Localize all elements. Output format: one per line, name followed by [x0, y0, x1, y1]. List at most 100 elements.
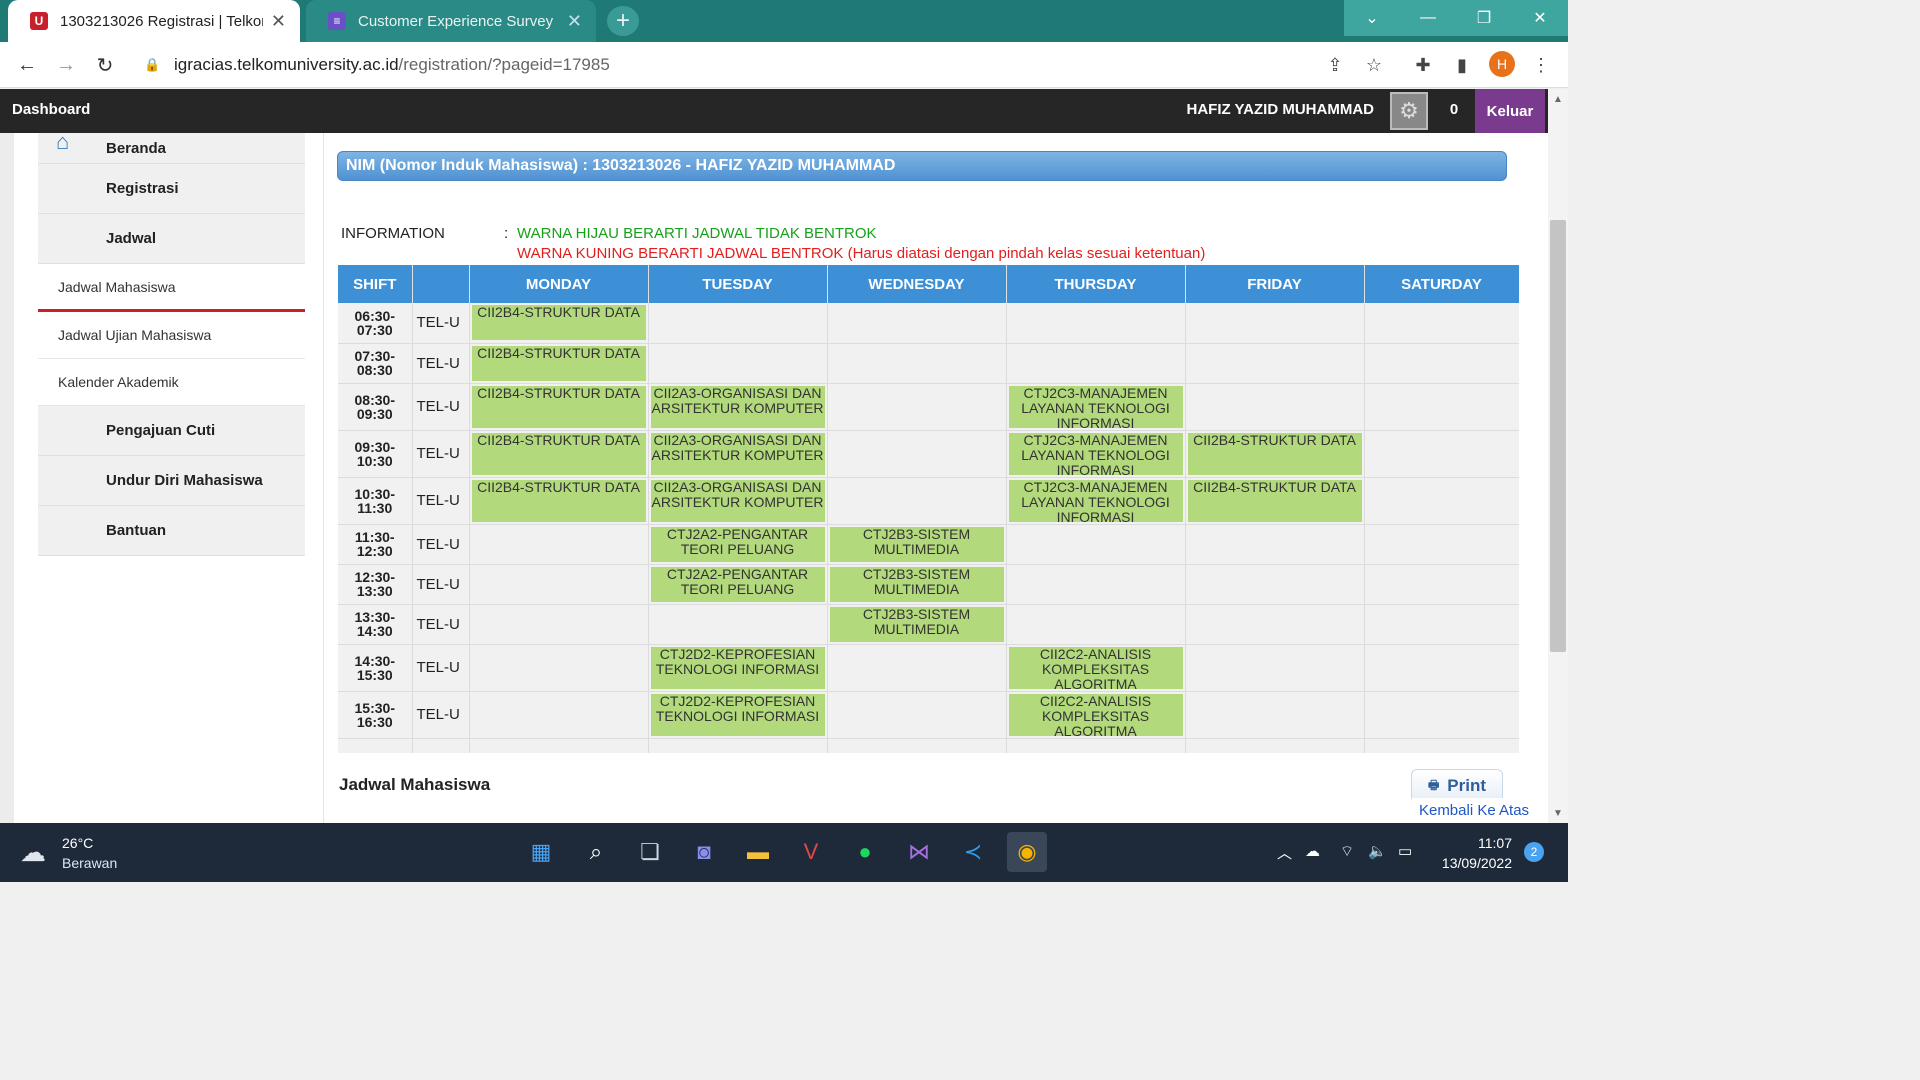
- sidebar-item-undur-diri[interactable]: Undur Diri Mahasiswa: [38, 456, 305, 506]
- schedule-cell: [648, 303, 828, 344]
- forward-icon[interactable]: →: [52, 51, 80, 79]
- extensions-icon[interactable]: ✚: [1409, 51, 1437, 79]
- dashboard-link[interactable]: Dashboard: [12, 101, 90, 118]
- location-cell: TEL-U: [412, 691, 470, 739]
- start-icon[interactable]: ▦: [521, 832, 561, 872]
- schedule-cell: [1364, 564, 1519, 605]
- course-block[interactable]: CTJ2B3-SISTEM MULTIMEDIA: [829, 566, 1004, 602]
- course-block[interactable]: CII2B4-STRUKTUR DATA: [471, 479, 646, 522]
- schedule-row: 11:30- 12:30 TEL-U CTJ2A2-PENGANTAR TEORI P…: [338, 524, 1519, 565]
- course-block[interactable]: CTJ2B3-SISTEM MULTIMEDIA: [829, 606, 1004, 642]
- sidebar-item-jadwal[interactable]: Jadwal: [38, 214, 305, 264]
- close-tab-icon[interactable]: ✕: [271, 11, 286, 32]
- schedule-cell: CII2B4-STRUKTUR DATA: [469, 343, 649, 384]
- share-icon[interactable]: ⇪: [1321, 51, 1349, 79]
- schedule-cell: [1185, 524, 1365, 565]
- weather-condition[interactable]: Berawan: [62, 855, 117, 871]
- minimize-button[interactable]: —: [1400, 0, 1456, 36]
- course-block[interactable]: CII2A3-ORGANISASI DAN ARSITEKTUR KOMPUTE…: [650, 479, 825, 522]
- schedule-scroll[interactable]: SHIFT MONDAY TUESDAY WEDNESDAY THURSDAY FRIDA…: [338, 265, 1519, 753]
- course-block[interactable]: CII2B4-STRUKTUR DATA: [471, 385, 646, 428]
- logout-button[interactable]: Keluar: [1475, 89, 1545, 133]
- course-block[interactable]: CII2B4-STRUKTUR DATA: [1187, 479, 1362, 522]
- new-tab-button[interactable]: +: [607, 6, 639, 36]
- task-view-icon[interactable]: ❏: [630, 832, 670, 872]
- weather-temperature[interactable]: 26°C: [62, 835, 93, 851]
- sidebar-subitem-jadwal-ujian[interactable]: Jadwal Ujian Mahasiswa: [38, 312, 305, 359]
- schedule-cell: CTJ2A2-PENGANTAR TEORI PELUANG: [648, 564, 828, 605]
- sidebar-item-beranda[interactable]: ⌂ Beranda: [38, 133, 305, 164]
- visual-studio-icon[interactable]: ⋈: [899, 832, 939, 872]
- sidebar-subitem-jadwal-mahasiswa[interactable]: Jadwal Mahasiswa: [38, 264, 305, 312]
- search-icon[interactable]: ⌕: [576, 832, 616, 872]
- onedrive-icon[interactable]: ☁: [1305, 842, 1320, 860]
- scroll-down-icon[interactable]: ▼: [1548, 805, 1568, 821]
- battery-icon[interactable]: ▭: [1398, 842, 1412, 860]
- close-window-button[interactable]: ✕: [1512, 0, 1568, 36]
- sidebar-item-registrasi[interactable]: Registrasi: [38, 164, 305, 214]
- course-block[interactable]: CII2C2-ANALISIS KOMPLEKSITAS ALGORITMA: [1008, 646, 1183, 691]
- shift-end: 13:30: [356, 583, 393, 599]
- volume-icon[interactable]: 🔈: [1368, 842, 1387, 860]
- close-tab-icon[interactable]: ✕: [567, 11, 582, 32]
- restore-button[interactable]: ❐: [1456, 0, 1512, 36]
- course-block[interactable]: CTJ2C3-MANAJEMEN LAYANAN TEKNOLOGI INFOR…: [1008, 432, 1183, 477]
- side-panel-icon[interactable]: ▮: [1448, 51, 1476, 79]
- schedule-cell: CTJ2B3-SISTEM MULTIMEDIA: [827, 564, 1007, 605]
- course-block[interactable]: CTJ2A2-PENGANTAR TEORI PELUANG: [650, 526, 825, 562]
- course-block[interactable]: CTJ2D2-KEPROFESIAN TEKNOLOGI INFORMASI: [650, 693, 825, 736]
- notification-badge[interactable]: 2: [1524, 842, 1544, 862]
- course-block[interactable]: CTJ2B3-SISTEM MULTIMEDIA: [829, 526, 1004, 562]
- valorant-icon[interactable]: V: [791, 832, 831, 872]
- schedule-cell: [469, 564, 649, 605]
- course-block[interactable]: CTJ2C3-MANAJEMEN LAYANAN TEKNOLOGI INFOR…: [1008, 385, 1183, 430]
- wifi-icon[interactable]: ⌔: [1340, 842, 1354, 861]
- course-block[interactable]: CII2B4-STRUKTUR DATA: [471, 305, 646, 340]
- course-block[interactable]: CTJ2D2-KEPROFESIAN TEKNOLOGI INFORMASI: [650, 646, 825, 689]
- schedule-cell: [1006, 564, 1186, 605]
- chat-icon[interactable]: ◙: [684, 832, 724, 872]
- tray-chevron-icon[interactable]: ︿: [1277, 842, 1292, 863]
- tab-search-icon[interactable]: ⌄: [1344, 0, 1400, 36]
- file-explorer-icon[interactable]: ▬: [738, 832, 778, 872]
- schedule-row: 09:30- 10:30 TEL-U CII2B4-STRUKTUR DATA CII2…: [338, 430, 1519, 478]
- course-block[interactable]: CII2C2-ANALISIS KOMPLEKSITAS ALGORITMA: [1008, 693, 1183, 738]
- notification-count[interactable]: 0: [1440, 101, 1468, 118]
- location-cell: TEL-U: [412, 430, 470, 478]
- menu-kebab-icon[interactable]: ⋮: [1527, 51, 1555, 79]
- user-avatar[interactable]: ⚙: [1390, 92, 1428, 130]
- tab-survey[interactable]: ≡ Customer Experience Survey ✕: [306, 0, 596, 42]
- cloud-icon[interactable]: ☁: [20, 837, 46, 868]
- course-block[interactable]: CII2A3-ORGANISASI DAN ARSITEKTUR KOMPUTE…: [650, 432, 825, 475]
- bookmark-star-icon[interactable]: ☆: [1360, 51, 1388, 79]
- vscode-icon[interactable]: ≺: [953, 832, 993, 872]
- sidebar-item-bantuan[interactable]: Bantuan: [38, 506, 305, 556]
- course-block[interactable]: CII2B4-STRUKTUR DATA: [471, 432, 646, 475]
- shift-start: 06:30-: [354, 307, 395, 324]
- spotify-icon[interactable]: ●: [845, 832, 885, 872]
- schedule-cell: [1185, 343, 1365, 384]
- print-label: Print: [1447, 776, 1487, 795]
- schedule-row: 14:30- 15:30 TEL-U CTJ2D2-KEPROFESIAN TEKNO…: [338, 644, 1519, 692]
- back-to-top-link[interactable]: Kembali Ke Atas: [1412, 798, 1536, 822]
- sidebar-subitem-kalender[interactable]: Kalender Akademik: [38, 359, 305, 406]
- forms-favicon-icon: ≡: [328, 12, 346, 30]
- schedule-cell: [1364, 738, 1519, 753]
- course-block[interactable]: CTJ2A2-PENGANTAR TEORI PELUANG: [650, 566, 825, 602]
- system-clock[interactable]: 11:07 13/09/2022: [1436, 835, 1512, 871]
- chrome-icon[interactable]: ◉: [1007, 832, 1047, 872]
- tab-registrasi[interactable]: U 1303213026 Registrasi | Telkom U ✕: [8, 0, 300, 42]
- back-icon[interactable]: ←: [13, 51, 41, 79]
- shift-cell: 12:30- 13:30: [338, 564, 413, 605]
- sidebar-item-pengajuan-cuti[interactable]: Pengajuan Cuti: [38, 406, 305, 456]
- reload-icon[interactable]: ↻: [91, 51, 119, 79]
- course-block[interactable]: CII2A3-ORGANISASI DAN ARSITEKTUR KOMPUTE…: [650, 385, 825, 428]
- scrollbar-thumb[interactable]: [1550, 220, 1566, 652]
- scroll-up-icon[interactable]: ▲: [1548, 91, 1568, 107]
- profile-avatar[interactable]: H: [1489, 51, 1515, 77]
- url-field[interactable]: 🔒 igracias.telkomuniversity.ac.id/regist…: [134, 48, 1394, 82]
- course-block[interactable]: CII2B4-STRUKTUR DATA: [1187, 432, 1362, 475]
- course-block[interactable]: CTJ2C3-MANAJEMEN LAYANAN TEKNOLOGI INFOR…: [1008, 479, 1183, 524]
- course-block[interactable]: CII2B4-STRUKTUR DATA: [471, 345, 646, 381]
- url-host: igracias.telkomuniversity.ac.id: [174, 55, 399, 74]
